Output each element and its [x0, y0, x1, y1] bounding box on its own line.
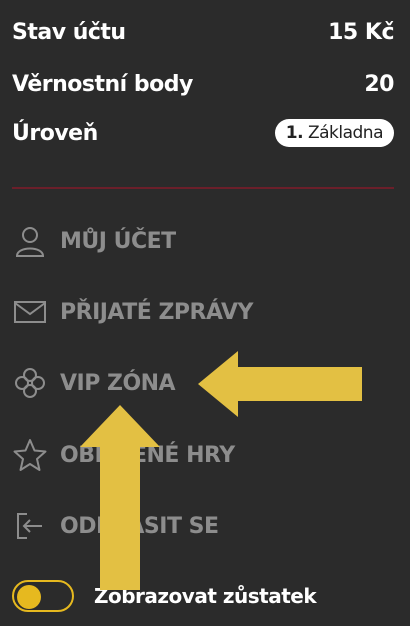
envelope-icon: [12, 294, 48, 330]
clover-icon: [12, 365, 48, 401]
level-name: Základna: [307, 123, 384, 143]
menu-item-label: VIP ZÓNA: [60, 370, 176, 396]
user-icon: [12, 223, 48, 259]
menu-item-favorite-games[interactable]: OBLÍBENÉ HRY: [12, 435, 235, 475]
points-label: Věrnostní body: [12, 72, 193, 97]
balance-row: Stav účtu 15 Kč: [12, 20, 394, 45]
menu-item-my-account[interactable]: MŮJ ÚČET: [12, 221, 176, 261]
level-badge: 1. Základna: [274, 119, 394, 147]
show-balance-toggle[interactable]: [12, 580, 74, 612]
up-arrow: [80, 405, 160, 590]
points-row: Věrnostní body 20: [12, 72, 394, 97]
show-balance-label: Zobrazovat zůstatek: [94, 584, 317, 608]
logout-icon: [12, 508, 48, 544]
toggle-knob: [17, 585, 41, 609]
show-balance-row: Zobrazovat zůstatek: [12, 576, 317, 616]
menu-item-messages[interactable]: PŘIJATÉ ZPRÁVY: [12, 292, 253, 332]
menu-item-label: PŘIJATÉ ZPRÁVY: [60, 299, 253, 325]
level-row: Úroveň 1. Základna: [12, 119, 394, 147]
balance-value: 15 Kč: [328, 20, 394, 45]
points-value: 20: [364, 72, 394, 97]
level-number: 1.: [285, 123, 304, 143]
divider: [12, 187, 394, 189]
level-label: Úroveň: [12, 120, 98, 146]
menu-item-vip-zone[interactable]: VIP ZÓNA: [12, 363, 176, 403]
star-icon: [12, 437, 48, 473]
menu-item-logout[interactable]: ODHLÁSIT SE: [12, 506, 219, 546]
left-arrow: [198, 351, 362, 417]
menu-item-label: OBLÍBENÉ HRY: [60, 442, 235, 468]
menu-item-label: MŮJ ÚČET: [60, 228, 176, 254]
menu-item-label: ODHLÁSIT SE: [60, 513, 219, 539]
balance-label: Stav účtu: [12, 20, 126, 45]
